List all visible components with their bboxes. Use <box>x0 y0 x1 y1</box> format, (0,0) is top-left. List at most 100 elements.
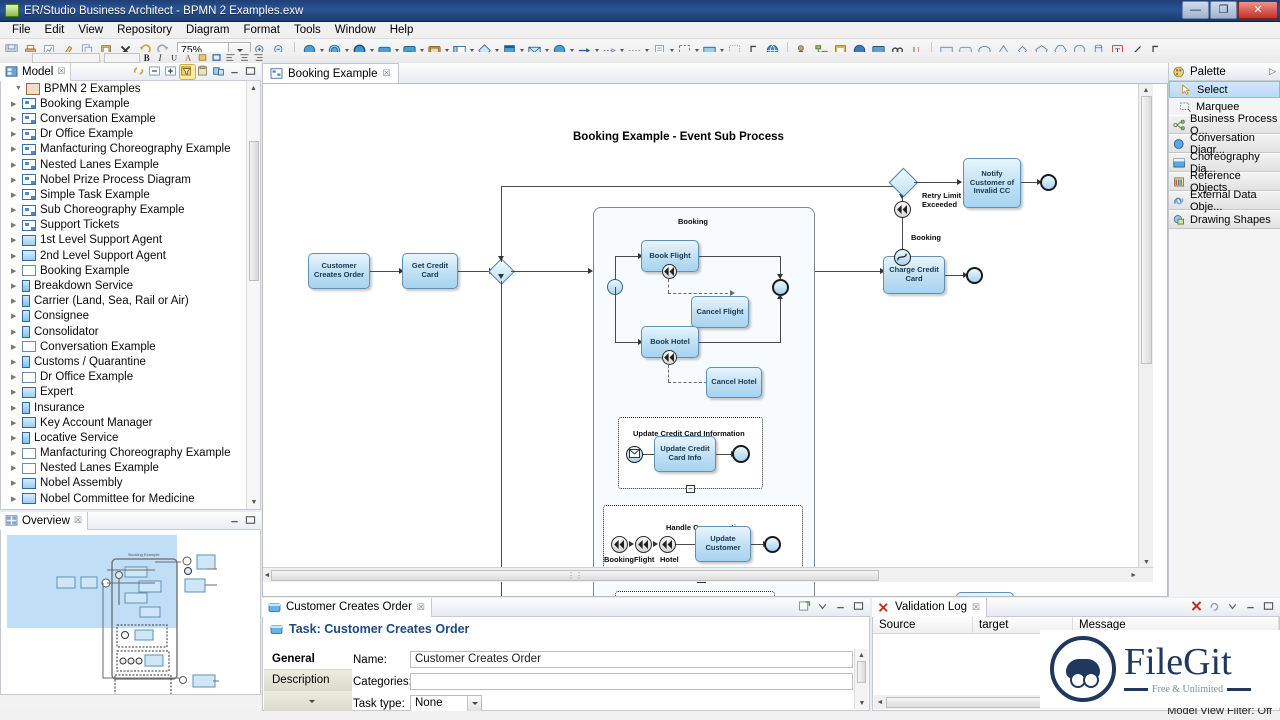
menu-diagram[interactable]: Diagram <box>179 23 236 37</box>
expand-arrow-icon[interactable]: ▶ <box>11 206 22 214</box>
form-scroll-thumb[interactable] <box>857 661 866 683</box>
model-filter-icon[interactable] <box>179 63 196 80</box>
tree-item[interactable]: ▶ Booking Example <box>1 96 260 111</box>
section-tab-general[interactable]: General <box>264 649 352 670</box>
palette-drawer-external-data[interactable]: External Data Obje... <box>1169 189 1280 213</box>
tree-item[interactable]: ▶ Nobel Assembly <box>1 476 260 491</box>
node-customer-creates-order[interactable]: Customer Creates Order <box>308 253 370 289</box>
tab-customer-creates-order[interactable]: Customer Creates Order ☒ <box>262 597 432 617</box>
expand-arrow-icon[interactable]: ▶ <box>11 130 22 138</box>
tree-item[interactable]: ▶ Simple Task Example <box>1 187 260 202</box>
menu-tools[interactable]: Tools <box>287 23 328 37</box>
properties-form-scrollbar[interactable]: ▲ ▼ <box>854 649 868 709</box>
expand-arrow-icon[interactable]: ▶ <box>11 267 22 275</box>
start-message-event-ucci[interactable] <box>626 446 643 463</box>
scroll-down-arrow-icon[interactable]: ▼ <box>247 495 260 509</box>
menu-format[interactable]: Format <box>237 23 287 37</box>
align-center-icon[interactable] <box>239 52 251 63</box>
collapse-marker-ucci[interactable]: − <box>686 485 695 493</box>
menu-edit[interactable]: Edit <box>38 23 72 37</box>
menu-file[interactable]: File <box>5 23 38 37</box>
expand-arrow-icon[interactable]: ▶ <box>11 495 22 503</box>
select-task-type-arrow-icon[interactable] <box>467 696 481 711</box>
tree-scrollbar[interactable]: ▲ ▼ <box>246 81 260 509</box>
expand-arrow-icon[interactable]: ▶ <box>11 449 22 457</box>
model-tree[interactable]: ▼ BPMN 2 Examples ▶ Booking Example ▶ Conve… <box>0 81 261 510</box>
column-source[interactable]: Source <box>873 616 973 634</box>
event-subprocess-bottom-partial[interactable] <box>615 591 775 596</box>
node-cancel-flight[interactable]: Cancel Flight <box>691 296 749 328</box>
expand-arrow-icon[interactable]: ▶ <box>11 297 22 305</box>
expand-arrow-icon[interactable]: ▶ <box>11 145 22 153</box>
expand-arrow-icon[interactable]: ▶ <box>11 100 22 108</box>
underline-icon[interactable]: U <box>169 52 181 63</box>
comp-event-flight[interactable] <box>635 536 652 553</box>
tree-item[interactable]: ▶ Booking Example <box>1 263 260 278</box>
tree-item[interactable]: ▶ Insurance <box>1 400 260 415</box>
expand-arrow-icon[interactable]: ▶ <box>11 328 22 336</box>
font-family-select[interactable] <box>32 52 100 63</box>
tab-overview[interactable]: Overview ☒ <box>0 511 89 530</box>
input-name[interactable]: Customer Creates Order <box>410 651 853 668</box>
section-tabs-more[interactable] <box>264 691 352 712</box>
end-event-hc[interactable] <box>764 536 781 553</box>
font-color-icon[interactable]: A <box>183 52 195 63</box>
expand-arrow-icon[interactable]: ▶ <box>11 312 22 320</box>
close-button[interactable]: ✕ <box>1238 1 1278 19</box>
expand-arrow-icon[interactable]: ▶ <box>11 479 22 487</box>
tree-item[interactable]: ▶ Dr Office Example <box>1 370 260 385</box>
node-cancel-hotel[interactable]: Cancel Hotel <box>706 367 762 398</box>
align-left-icon[interactable] <box>225 52 237 63</box>
tree-item[interactable]: ▶ Nested Lanes Example <box>1 461 260 476</box>
tab-model-close[interactable]: ☒ <box>57 66 65 77</box>
maximize-button[interactable]: ❐ <box>1210 1 1237 19</box>
font-size-select[interactable] <box>104 52 140 63</box>
clear-log-icon[interactable] <box>1190 600 1205 614</box>
tree-item[interactable]: ▶ Manfacturing Choreography Example <box>1 142 260 157</box>
tab-model[interactable]: Model ☒ <box>0 62 72 81</box>
validation-scroll-left-icon[interactable]: ◄ <box>874 699 886 706</box>
timer-boundary-event[interactable] <box>894 249 911 266</box>
canvas-vertical-scrollbar[interactable]: ▲ ▼ <box>1138 84 1153 582</box>
node-update-customer[interactable]: Update Customer <box>695 526 751 562</box>
palette-drawer-drawing-shapes[interactable]: Drawing Shapes <box>1169 210 1280 229</box>
expand-arrow-icon[interactable]: ▶ <box>11 176 22 184</box>
expand-arrow-icon[interactable]: ▶ <box>11 388 22 396</box>
expand-arrow-icon[interactable]: ▶ <box>11 221 22 229</box>
tree-item[interactable]: ▶ Nested Lanes Example <box>1 157 260 172</box>
node-notify-customer-bottom[interactable]: Notify Customer <box>956 592 1014 596</box>
node-charge-credit-card[interactable]: Charge Credit Card <box>883 256 945 294</box>
tree-item[interactable]: ▶ Dr Office Example <box>1 127 260 142</box>
properties-menu-icon[interactable] <box>816 600 831 614</box>
expand-arrow-icon[interactable]: ▶ <box>11 358 22 366</box>
line-color-icon[interactable] <box>211 52 223 63</box>
overview-canvas[interactable]: Booking Example <box>0 530 261 695</box>
link-with-editor-icon[interactable] <box>132 65 147 79</box>
tab-booking-example[interactable]: Booking Example ☒ <box>262 63 399 83</box>
comp-event-hotel[interactable] <box>659 536 676 553</box>
tree-item[interactable]: ▶ Consolidator <box>1 324 260 339</box>
new-model-icon[interactable] <box>196 65 211 79</box>
canvas-scroll-up-icon[interactable]: ▲ <box>1139 84 1153 96</box>
expand-arrow-icon[interactable]: ▶ <box>11 343 22 351</box>
node-update-credit-card-info[interactable]: Update Credit Card Info <box>654 436 716 472</box>
comp-event-booking[interactable] <box>611 536 628 553</box>
view-menu-icon[interactable] <box>212 65 227 79</box>
tree-item[interactable]: ▶ Consignee <box>1 309 260 324</box>
tree-item[interactable]: ▶ 1st Level Support Agent <box>1 233 260 248</box>
validation-maximize-icon[interactable] <box>1262 600 1277 614</box>
properties-maximize-icon[interactable] <box>852 600 867 614</box>
overview-maximize-icon[interactable] <box>244 514 259 528</box>
tree-item[interactable]: ▶ Nobel Prize Process Diagram <box>1 172 260 187</box>
tree-item[interactable]: ▶ Conversation Example <box>1 339 260 354</box>
compensation-throw-event[interactable] <box>894 201 911 218</box>
tree-root[interactable]: ▼ BPMN 2 Examples <box>1 81 260 96</box>
collapse-all-icon[interactable] <box>148 65 163 79</box>
tab-customer-creates-order-close[interactable]: ☒ <box>417 602 425 613</box>
end-event-notify[interactable] <box>1040 174 1057 191</box>
form-scroll-down-icon[interactable]: ▼ <box>855 697 869 709</box>
align-right-icon[interactable] <box>253 52 265 63</box>
form-scroll-up-icon[interactable]: ▲ <box>855 649 868 661</box>
tree-item[interactable]: ▶ Customs / Quarantine <box>1 354 260 369</box>
pin-properties-icon[interactable] <box>798 600 813 614</box>
